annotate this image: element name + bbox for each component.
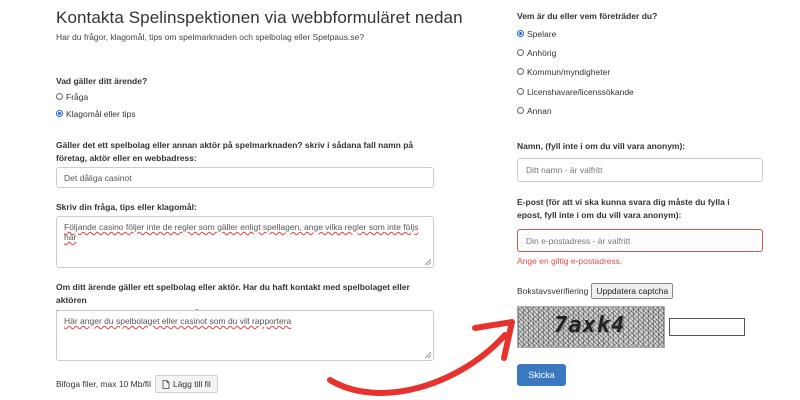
- radio-circle-icon: [517, 107, 524, 114]
- add-file-button-label: Lägg till fil: [172, 379, 211, 389]
- email-error-message: Ange en giltig e-postadress.: [517, 256, 623, 266]
- radio-label: Annan: [527, 105, 552, 116]
- attachment-label: Bifoga filer, max 10 Mb/fil: [56, 379, 151, 389]
- radio-label: Klagomål eller tips: [66, 108, 136, 119]
- message-textarea[interactable]: Följande casino följer inte de regler so…: [56, 216, 434, 268]
- radio-anhorig[interactable]: Anhörig: [517, 46, 556, 59]
- captcha-input[interactable]: [669, 318, 745, 336]
- message-textarea-value: Följande casino följer inte de regler so…: [64, 222, 419, 242]
- role-question: Vem är du eller vem företräder du?: [517, 11, 658, 21]
- email-input-placeholder: Din e-postadress - är valfritt: [526, 235, 631, 246]
- refresh-captcha-button[interactable]: Uppdatera captcha: [591, 283, 674, 299]
- attachment-row: Bifoga filer, max 10 Mb/fil Lägg till fi…: [56, 375, 218, 393]
- radio-checked-icon: [517, 30, 524, 37]
- name-input[interactable]: Ditt namn - är valfritt: [517, 158, 763, 182]
- radio-label: Fråga: [66, 91, 89, 102]
- page-title: Kontakta Spelinspektionen via webbformul…: [56, 8, 463, 27]
- file-icon: [162, 379, 170, 389]
- captcha-label: Bokstavsverifiering: [517, 286, 589, 296]
- captcha-area: 7axk4: [517, 306, 745, 348]
- radio-circle-icon: [517, 49, 524, 56]
- radio-circle-icon: [517, 68, 524, 75]
- radio-label: Anhörig: [527, 47, 557, 58]
- message-label: Skriv din fråga, tips eller klagomål:: [56, 202, 197, 212]
- captcha-row: Bokstavsverifiering Uppdatera captcha: [517, 283, 674, 299]
- page-subtitle: Har du frågor, klagomål, tips om spelmar…: [56, 32, 365, 42]
- company-label-line2: företag, aktör eller en webbadress:: [56, 153, 197, 163]
- submit-button[interactable]: Skicka: [517, 364, 566, 386]
- radio-klagomal[interactable]: Klagomål eller tips: [56, 107, 135, 120]
- radio-label: Spelare: [527, 28, 557, 39]
- contact-textarea-value: Här anger du spelbolaget eller casinot s…: [64, 316, 292, 326]
- email-label: E-post (för att vi ska kunna svara dig m…: [517, 196, 767, 222]
- captcha-image-text: 7axk4: [554, 313, 626, 338]
- radio-circle-icon: [56, 93, 63, 100]
- radio-annan[interactable]: Annan: [517, 104, 552, 117]
- radio-label: Kommun/myndigheter: [527, 66, 611, 77]
- email-input[interactable]: Din e-postadress - är valfritt: [517, 229, 763, 252]
- matter-question: Vad gäller ditt ärende?: [56, 76, 148, 86]
- radio-label: Licenshavare/licenssökande: [527, 86, 634, 97]
- radio-fraga[interactable]: Fråga: [56, 90, 88, 103]
- company-label-line1: Gäller det ett spelbolag eller annan akt…: [56, 140, 414, 150]
- name-label: Namn, (fyll inte i om du vill vara anony…: [517, 141, 686, 151]
- add-file-button[interactable]: Lägg till fil: [154, 375, 218, 393]
- email-label-line2: epost, fyll inte i om du vill vara anony…: [517, 210, 682, 220]
- email-label-line1: E-post (för att vi ska kunna svara dig m…: [517, 197, 730, 207]
- captcha-image: 7axk4: [517, 306, 665, 348]
- name-input-placeholder: Ditt namn - är valfritt: [526, 165, 603, 175]
- company-input-value: Det dåliga casinot: [64, 172, 132, 183]
- company-label: Gäller det ett spelbolag eller annan akt…: [56, 139, 436, 165]
- company-input[interactable]: Det dåliga casinot: [56, 167, 434, 188]
- radio-kommun[interactable]: Kommun/myndigheter: [517, 65, 610, 78]
- red-arrow-icon: [327, 319, 515, 396]
- radio-spelare[interactable]: Spelare: [517, 27, 556, 40]
- radio-circle-icon: [517, 88, 524, 95]
- radio-licenshavare[interactable]: Licenshavare/licenssökande: [517, 85, 634, 98]
- resize-grip-icon[interactable]: [425, 259, 431, 265]
- radio-checked-icon: [56, 110, 63, 117]
